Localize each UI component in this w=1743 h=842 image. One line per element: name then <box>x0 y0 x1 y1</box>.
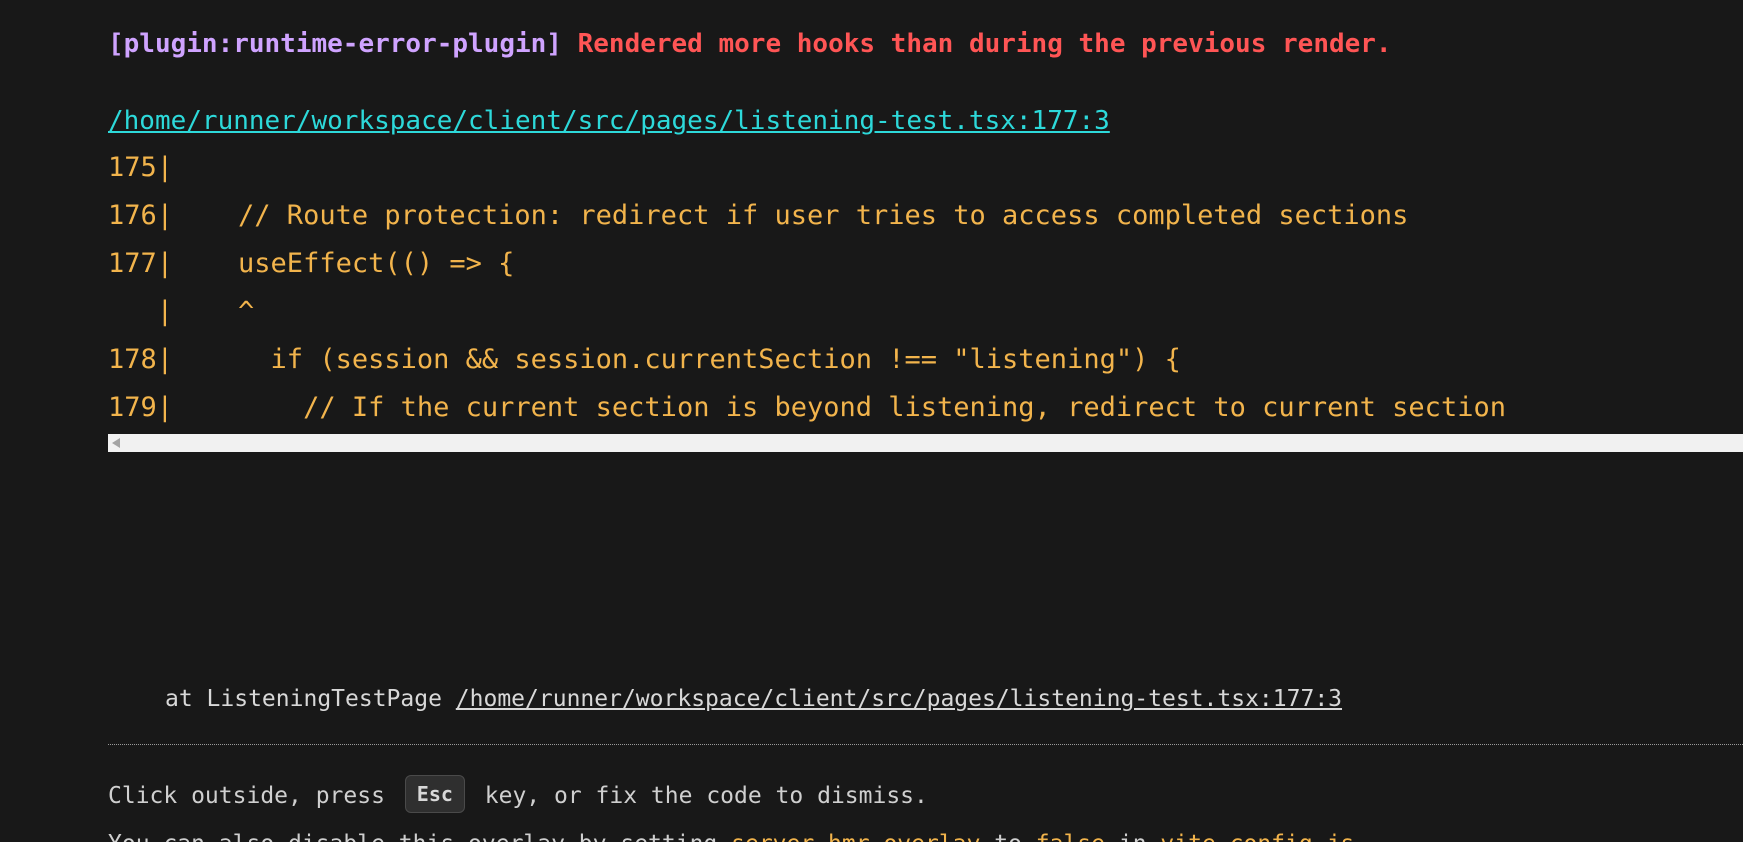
tip-text-after: key, or fix the code to dismiss. <box>470 783 928 809</box>
code-line-177: 177| useEffect(() => { <box>108 248 515 279</box>
disable-overlay-tip: You can also disable this overlay by set… <box>108 824 1368 842</box>
stack-trace: at ListeningTestPage /home/runner/worksp… <box>165 682 1342 716</box>
error-file-link[interactable]: /home/runner/workspace/client/src/pages/… <box>108 101 1110 141</box>
error-text: Rendered more hooks than during the prev… <box>577 29 1392 59</box>
code-frame-horizontal-scrollbar[interactable] <box>108 434 1743 452</box>
code-line-176: 176| // Route protection: redirect if us… <box>108 200 1409 231</box>
esc-key-badge: Esc <box>404 774 465 813</box>
tip2-text-end: . <box>1354 831 1368 842</box>
tip2-text-start: You can also disable this overlay by set… <box>108 831 731 842</box>
tip2-text-in: in <box>1105 831 1160 842</box>
tip-text-before: Click outside, press <box>108 783 399 809</box>
error-message: [plugin:runtime-error-plugin] Rendered m… <box>108 24 1392 64</box>
code-frame: 175| 176| // Route protection: redirect … <box>108 148 1743 436</box>
dismiss-tip: Click outside, press Esc key, or fix the… <box>108 774 928 816</box>
stack-frame-link[interactable]: /home/runner/workspace/client/src/pages/… <box>456 686 1342 712</box>
code-caret-line: | ^ <box>108 296 255 327</box>
divider <box>108 744 1743 745</box>
tip2-code-setting: server.hmr.overlay <box>731 831 980 842</box>
tip2-code-config-file: vite.config.js <box>1160 831 1354 842</box>
code-line-178: 178| if (session && session.currentSecti… <box>108 344 1181 375</box>
code-line-179: 179| // If the current section is beyond… <box>108 392 1506 423</box>
stack-frame-label: at ListeningTestPage <box>165 686 456 712</box>
tip2-code-false: false <box>1036 831 1105 842</box>
scroll-left-arrow-icon[interactable] <box>112 438 120 448</box>
code-line-175: 175| <box>108 152 174 183</box>
error-overlay: [plugin:runtime-error-plugin] Rendered m… <box>108 0 1743 842</box>
plugin-name: [plugin:runtime-error-plugin] <box>108 29 562 59</box>
tip2-text-to: to <box>980 831 1035 842</box>
